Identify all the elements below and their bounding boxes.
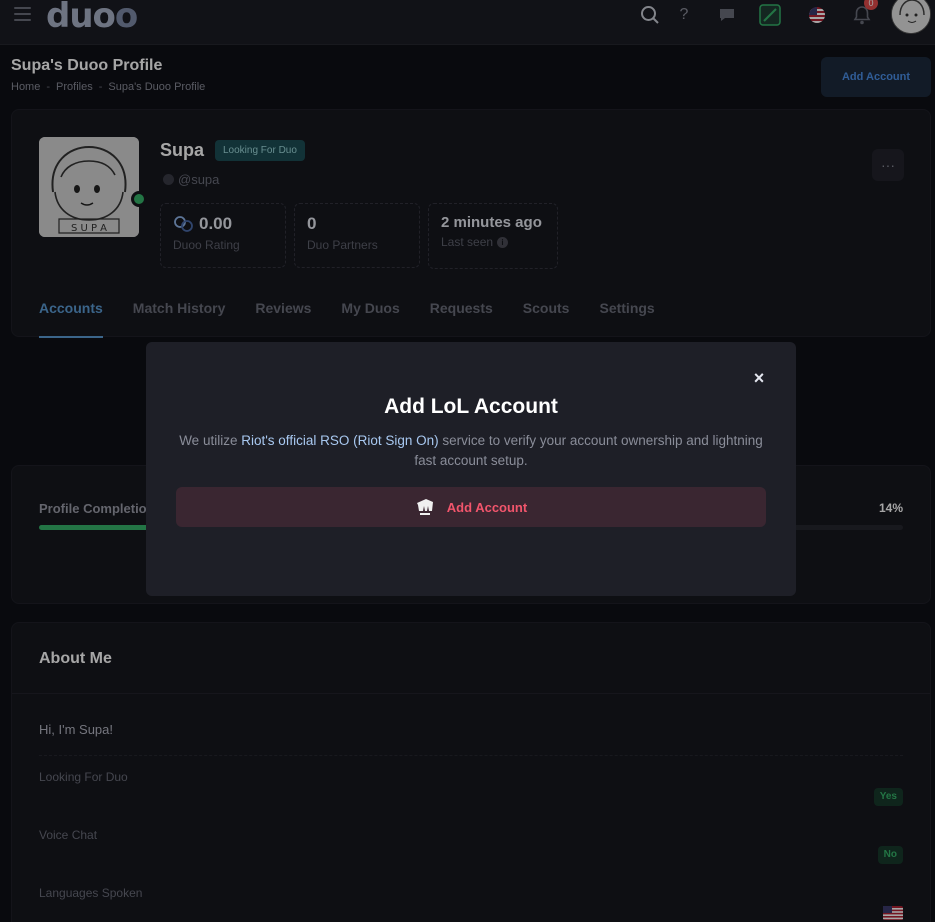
riot-fist-icon [416, 499, 433, 515]
modal-title: Add LoL Account [384, 395, 558, 418]
add-lol-account-modal: × Add LoL Account We utilize Riot's offi… [146, 342, 796, 596]
modal-button-label: Add Account [446, 499, 528, 515]
modal-add-account-button[interactable]: Add Account [176, 487, 766, 527]
modal-description: We utilize Riot's official RSO (Riot Sig… [179, 433, 763, 468]
riot-rso-link[interactable]: Riot's official RSO (Riot Sign On) [241, 433, 438, 448]
close-icon[interactable]: × [751, 369, 767, 387]
